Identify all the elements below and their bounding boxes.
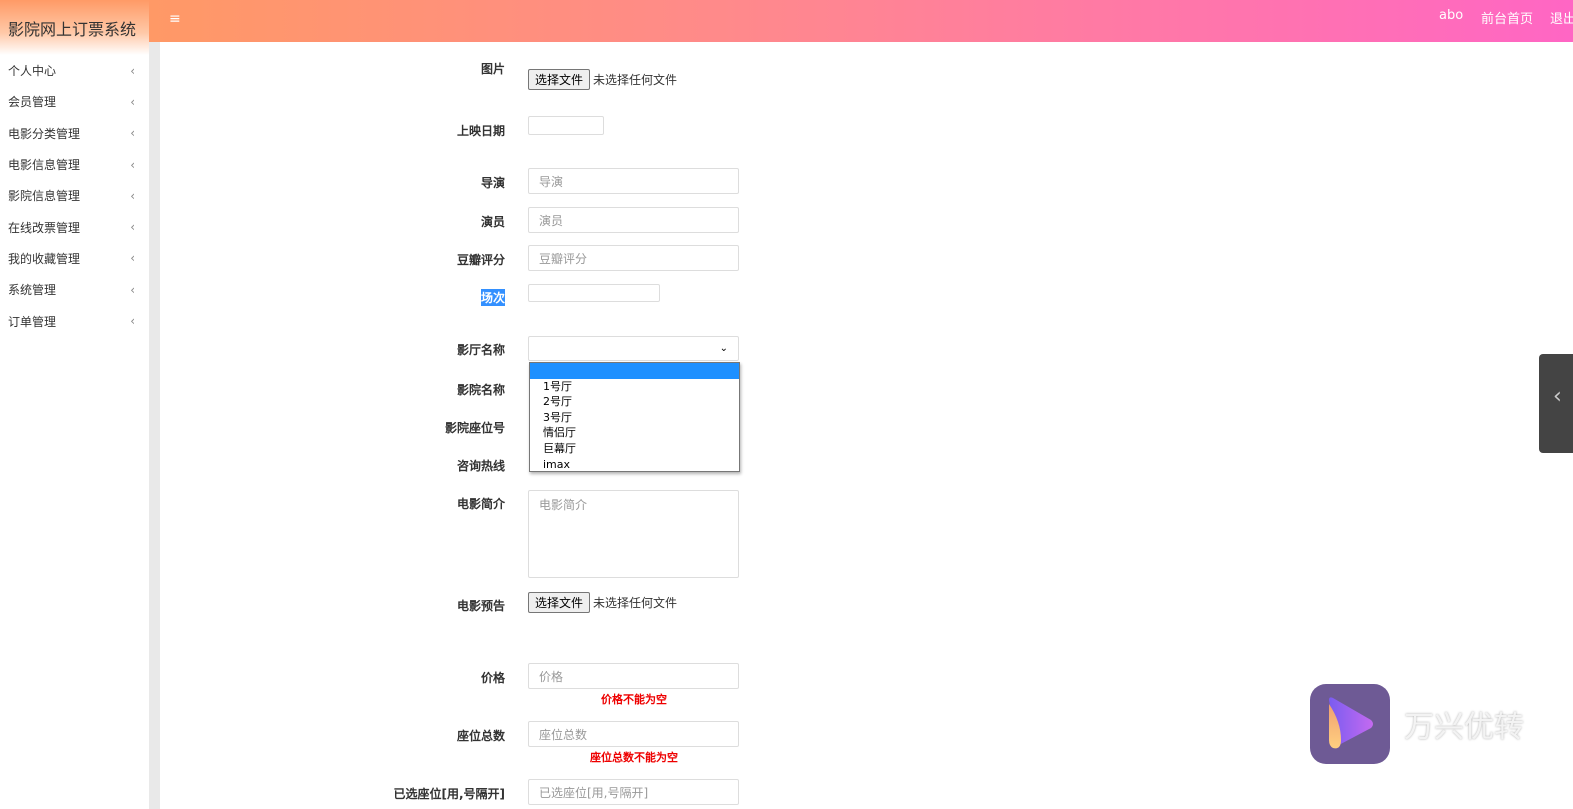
watermark: 万兴优转 (1310, 684, 1524, 764)
seat-no-label: 影院座位号 (444, 421, 505, 435)
chevron-left-icon: ‹ (130, 63, 135, 78)
release-date-input[interactable] (528, 116, 604, 135)
sidebar-item-label: 会员管理 (8, 95, 57, 110)
trailer-file-status: 未选择任何文件 (593, 596, 678, 610)
chevron-left-icon: ‹ (130, 126, 135, 141)
sidebar-item[interactable]: 电影信息管理 ‹ (0, 149, 149, 180)
hall-option[interactable]: imax (530, 457, 739, 473)
sidebar-item-label: 订单管理 (8, 314, 57, 329)
sidebar-item-label: 影院信息管理 (8, 189, 81, 204)
release-date-label: 上映日期 (456, 124, 505, 138)
hall-option[interactable]: 2号厅 (530, 394, 739, 410)
image-choose-file-button[interactable]: 选择文件 (528, 69, 591, 90)
sidebar-item-label: 电影信息管理 (8, 158, 81, 173)
price-input[interactable]: 价格 (528, 663, 739, 689)
selected-seats-input[interactable]: 已选座位[用,号隔开] (528, 779, 739, 805)
douban-label: 豆瓣评分 (456, 253, 505, 267)
hamburger-icon[interactable]: ≡ (169, 11, 181, 27)
hall-option[interactable]: 情侣厅 (530, 425, 739, 441)
app-title: 影院网上订票系统 (0, 0, 149, 55)
sidebar-item[interactable]: 影院信息管理 ‹ (0, 180, 149, 211)
price-label: 价格 (480, 671, 505, 685)
hall-label: 影厅名称 (456, 343, 505, 357)
intro-label: 电影简介 (456, 497, 505, 511)
hall-dropdown: 1号厅 2号厅 3号厅 情侣厅 巨幕厅 imax (529, 362, 740, 472)
sidebar-item-label: 电影分类管理 (8, 126, 81, 141)
hall-select[interactable]: ⌄ (528, 336, 739, 361)
hotline-label: 咨询热线 (456, 459, 505, 473)
douban-input[interactable]: 豆瓣评分 (528, 245, 739, 271)
sidebar-item-label: 个人中心 (8, 64, 57, 79)
session-input[interactable] (528, 284, 660, 302)
hall-option[interactable]: 巨幕厅 (530, 441, 739, 457)
image-label: 图片 (480, 62, 505, 76)
chevron-down-icon: ⌄ (719, 343, 728, 354)
selected-seats-label: 已选座位[用,号隔开] (393, 787, 505, 801)
home-link[interactable]: 前台首页 (1481, 8, 1533, 27)
session-label: 场次 (480, 289, 505, 306)
sidebar-item[interactable]: 订单管理 ‹ (0, 305, 149, 336)
sidebar-item-label: 我的收藏管理 (8, 251, 81, 266)
user-link[interactable]: abo (1439, 8, 1463, 23)
chevron-left-icon: ‹ (130, 188, 135, 203)
sidebar: 影院网上订票系统 个人中心 ‹ 会员管理 ‹ 电影分类管理 ‹ 电影信息管理 ‹ 影院信息管理 ‹… (0, 0, 149, 809)
price-error: 价格不能为空 (601, 693, 667, 706)
sidebar-item[interactable]: 电影分类管理 ‹ (0, 118, 149, 149)
actors-label: 演员 (480, 215, 505, 229)
seat-total-input[interactable]: 座位总数 (528, 721, 739, 747)
chevron-left-icon: ‹ (130, 157, 135, 172)
watermark-text: 万兴优转 (1404, 710, 1524, 745)
sidebar-item[interactable]: 系统管理 ‹ (0, 274, 149, 305)
chevron-left-icon: ‹ (1553, 384, 1562, 409)
actors-input[interactable]: 演员 (528, 207, 739, 233)
chevron-left-icon: ‹ (130, 220, 135, 235)
hall-option[interactable] (530, 363, 739, 379)
side-panel-toggle[interactable]: ‹ (1539, 354, 1573, 453)
director-label: 导演 (480, 176, 505, 190)
sidebar-item[interactable]: 我的收藏管理 ‹ (0, 243, 149, 274)
top-header: ≡ abo 前台首页 退出 (149, 0, 1573, 42)
cinema-label: 影院名称 (456, 383, 505, 397)
hall-option[interactable]: 1号厅 (530, 379, 739, 395)
chevron-left-icon: ‹ (130, 251, 135, 266)
sidebar-item[interactable]: 个人中心 ‹ (0, 55, 149, 86)
sidebar-item-label: 系统管理 (8, 283, 57, 298)
seat-total-label: 座位总数 (456, 729, 505, 743)
director-input[interactable]: 导演 (528, 168, 739, 194)
seat-total-error: 座位总数不能为空 (590, 751, 678, 764)
sidebar-item[interactable]: 在线改票管理 ‹ (0, 211, 149, 242)
sidebar-item-label: 在线改票管理 (8, 220, 81, 235)
watermark-logo-icon (1310, 684, 1390, 764)
chevron-left-icon: ‹ (130, 314, 135, 329)
trailer-choose-file-button[interactable]: 选择文件 (528, 592, 591, 613)
logout-link[interactable]: 退出 (1550, 8, 1573, 27)
chevron-left-icon: ‹ (130, 94, 135, 109)
image-file-status: 未选择任何文件 (593, 73, 678, 87)
trailer-label: 电影预告 (456, 599, 505, 613)
trailer-upload: 选择文件 未选择任何文件 (528, 592, 677, 613)
sidebar-item[interactable]: 会员管理 ‹ (0, 86, 149, 117)
content-divider (149, 42, 160, 809)
chevron-left-icon: ‹ (130, 282, 135, 297)
intro-textarea[interactable]: 电影简介 (528, 490, 739, 578)
image-upload: 选择文件 未选择任何文件 (528, 69, 677, 90)
hall-option[interactable]: 3号厅 (530, 410, 739, 426)
